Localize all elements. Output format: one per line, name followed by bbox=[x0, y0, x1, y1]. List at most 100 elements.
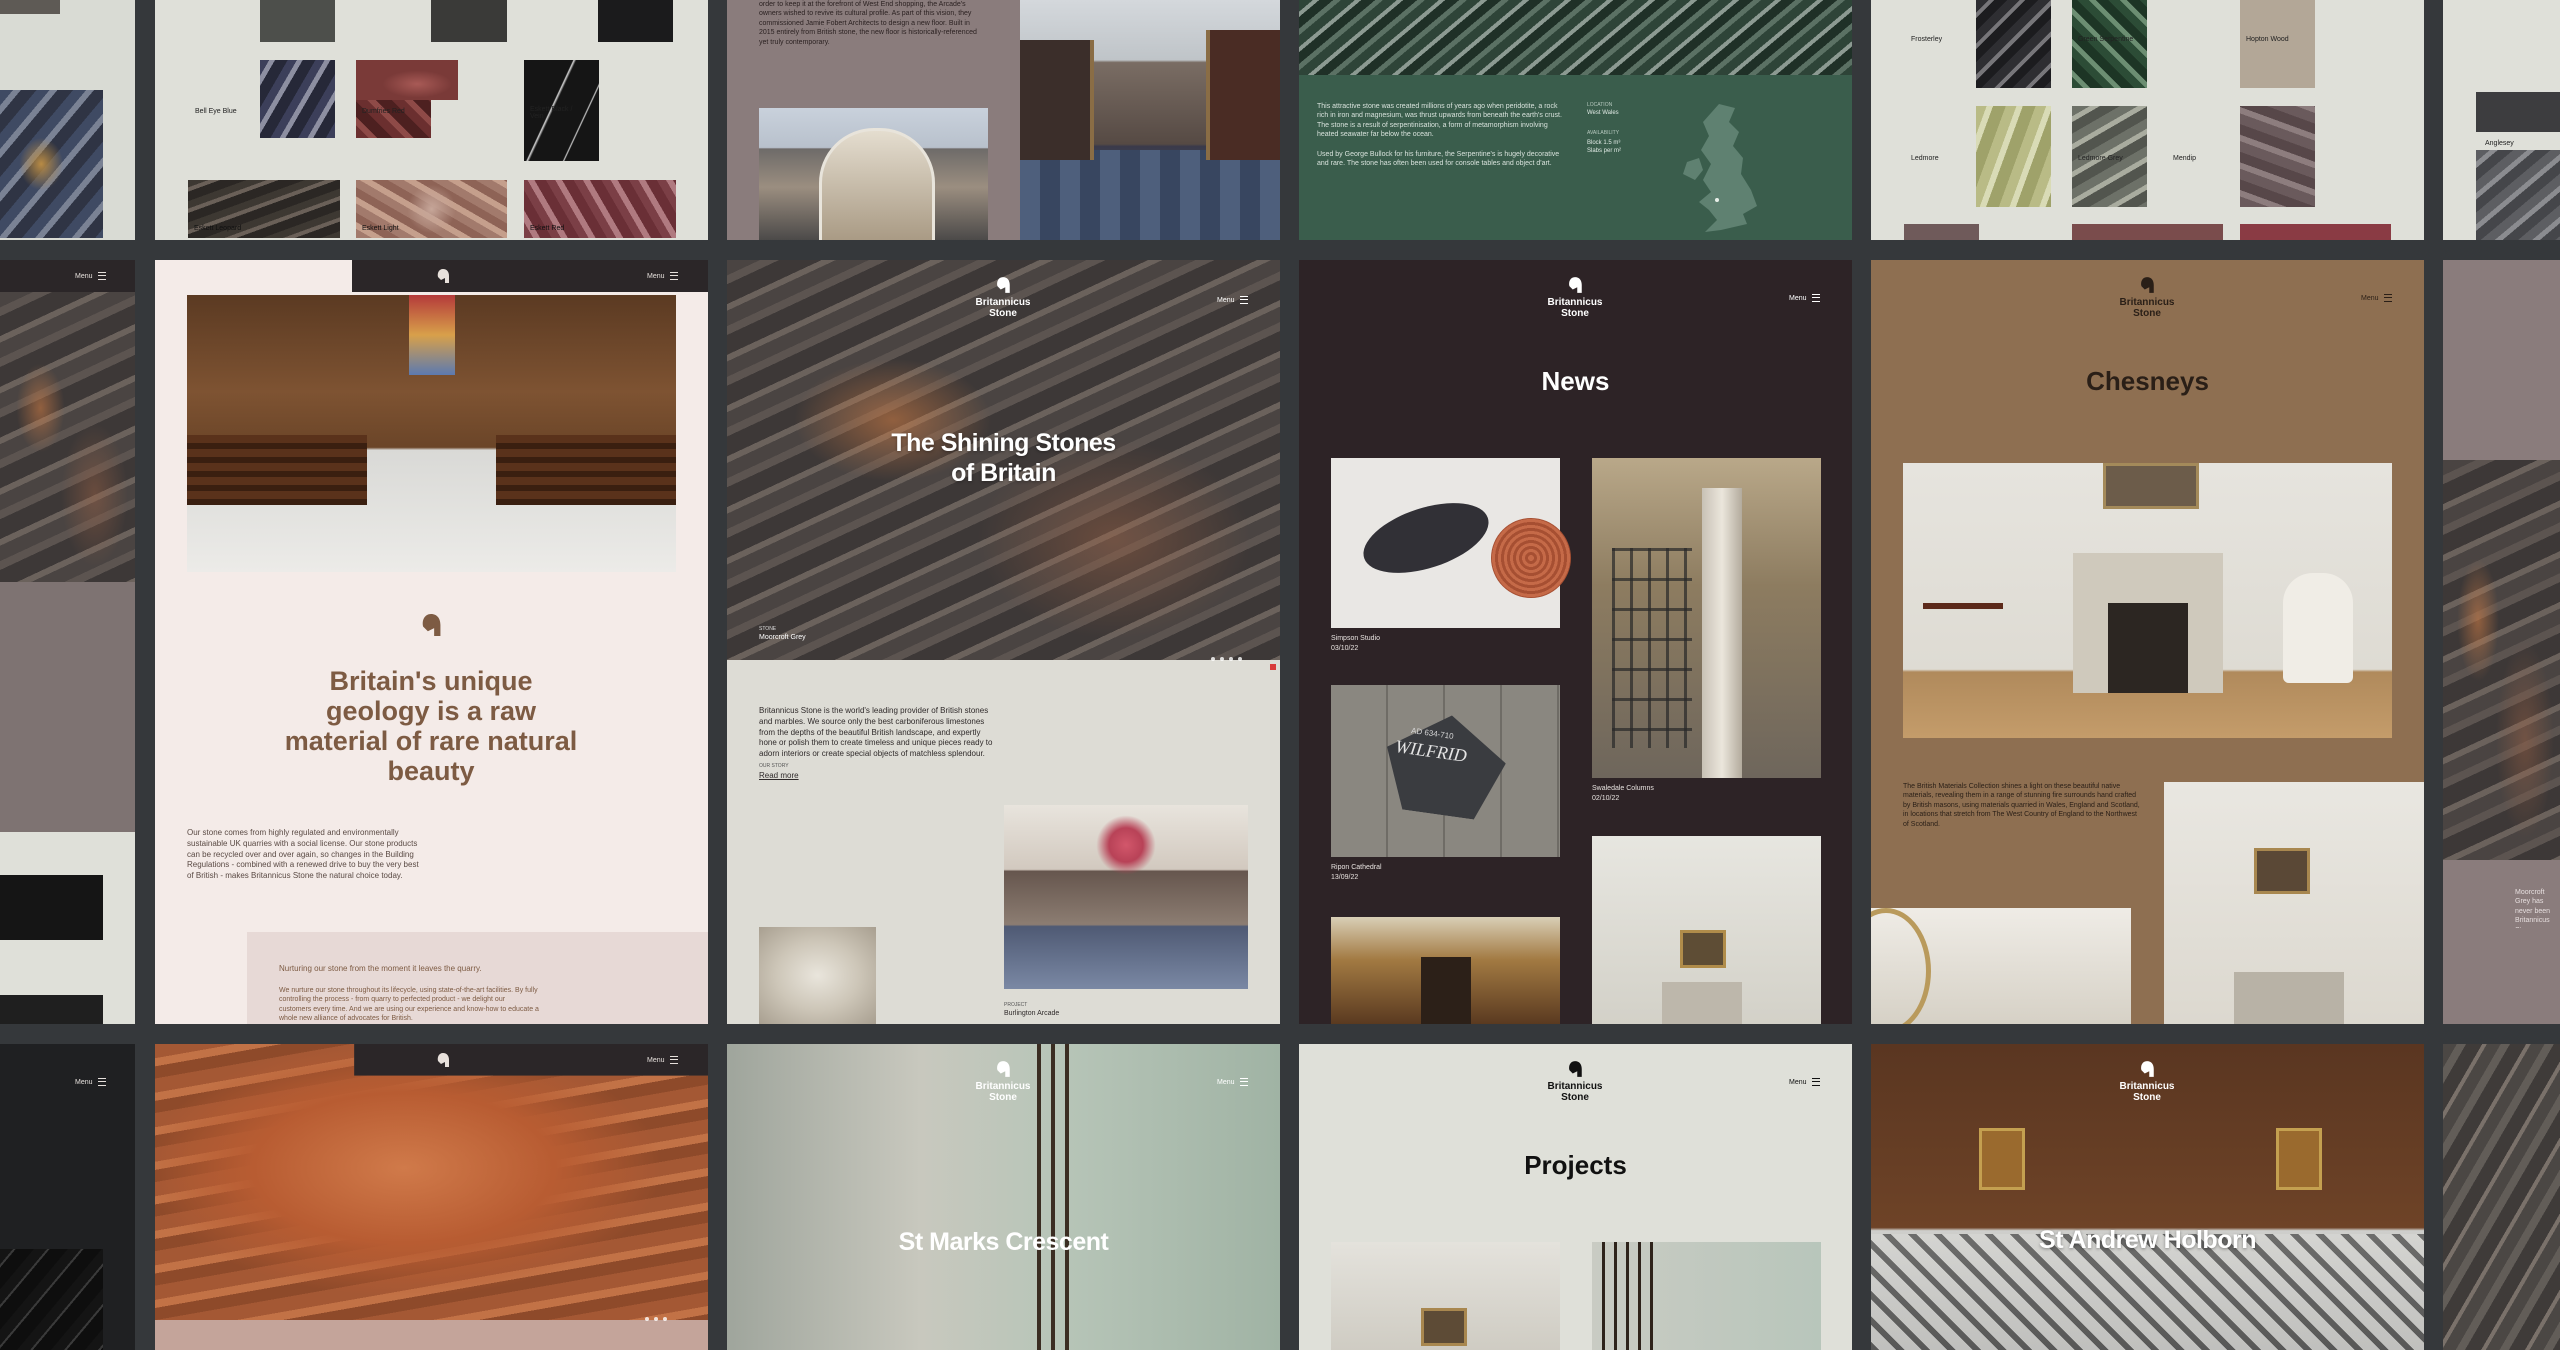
news-card-image[interactable] bbox=[1592, 836, 1821, 1024]
fireplace-surround bbox=[2234, 972, 2344, 1024]
brand-name-line2: Stone bbox=[2133, 1091, 2161, 1103]
stone-swatch[interactable] bbox=[2072, 0, 2147, 88]
stone-column bbox=[1702, 488, 1742, 778]
stone-label[interactable]: Frosterley bbox=[1911, 36, 1942, 43]
news-card-image[interactable]: AD 634-710 WILFRID bbox=[1331, 685, 1560, 857]
stone-swatch[interactable] bbox=[0, 875, 103, 940]
hallway-door bbox=[1421, 957, 1471, 1024]
stone-swatch[interactable] bbox=[1976, 106, 2051, 207]
project-card-image[interactable] bbox=[1331, 1242, 1560, 1350]
fireplace-photo[interactable] bbox=[2164, 782, 2424, 1024]
arcade-photo[interactable] bbox=[1004, 805, 1248, 989]
carousel-dots[interactable] bbox=[1211, 648, 1247, 666]
brand-name-line2: Stone bbox=[989, 1091, 1017, 1103]
stone-swatch[interactable] bbox=[0, 0, 60, 14]
menu-button[interactable]: Menu bbox=[1789, 294, 1820, 302]
stone-label[interactable]: Eskett Black / Vein bbox=[530, 106, 580, 120]
stone-photo[interactable] bbox=[2443, 460, 2560, 860]
stone-label[interactable]: Dumfries Red bbox=[362, 108, 405, 115]
carousel-dot[interactable] bbox=[1211, 657, 1215, 661]
stone-label[interactable]: Hopton Wood bbox=[2246, 36, 2289, 43]
stone-swatch[interactable] bbox=[1904, 224, 1979, 240]
news-card-image[interactable] bbox=[1331, 458, 1571, 628]
stone-swatch[interactable] bbox=[431, 0, 507, 42]
carousel-dot[interactable] bbox=[654, 1317, 658, 1321]
fireplace-room-photo[interactable] bbox=[1903, 463, 2392, 738]
brand-logo[interactable]: Britannicus Stone bbox=[1525, 1060, 1625, 1103]
helmet-logo-icon[interactable] bbox=[436, 268, 450, 284]
project-card-image[interactable] bbox=[1592, 1242, 1821, 1350]
menu-button[interactable]: Menu bbox=[647, 1056, 678, 1064]
menu-button[interactable]: Menu bbox=[647, 272, 678, 280]
stone-photo[interactable] bbox=[0, 1249, 103, 1350]
menu-button[interactable]: Menu bbox=[1217, 1078, 1248, 1086]
carousel-dot[interactable] bbox=[1229, 657, 1233, 661]
news-title[interactable]: Ripon Cathedral bbox=[1331, 863, 1382, 872]
brand-name-line1: Britannicus bbox=[1547, 1081, 1603, 1092]
brand-logo[interactable]: Britannicus Stone bbox=[1525, 276, 1625, 319]
helmet-logo-icon[interactable] bbox=[436, 1052, 450, 1068]
carousel-dot[interactable] bbox=[645, 1317, 649, 1321]
project-name[interactable]: Burlington Arcade bbox=[1004, 1010, 1059, 1017]
page-title: Projects bbox=[1524, 1150, 1627, 1180]
church-interior-photo[interactable] bbox=[187, 295, 676, 572]
stone-swatch[interactable] bbox=[2240, 224, 2391, 240]
stone-swatch[interactable] bbox=[1976, 0, 2051, 88]
stone-photo[interactable] bbox=[2443, 1044, 2560, 1350]
nurture-title: Nurturing our stone from the moment it l… bbox=[279, 964, 482, 973]
mirror-photo[interactable] bbox=[1871, 908, 2131, 1024]
menu-button[interactable]: Menu bbox=[1789, 1078, 1820, 1086]
carousel-dot[interactable] bbox=[1220, 657, 1224, 661]
menu-button[interactable]: Menu bbox=[1217, 296, 1248, 304]
arcade-photo[interactable] bbox=[759, 108, 988, 240]
carousel-dot[interactable] bbox=[1238, 657, 1242, 661]
news-card-image[interactable] bbox=[1592, 458, 1821, 778]
stone-swatch[interactable] bbox=[260, 60, 335, 138]
menu-button[interactable]: Menu bbox=[2361, 294, 2392, 302]
brand-name-line2: Stone bbox=[989, 307, 1017, 319]
serpentine-photo[interactable] bbox=[1299, 0, 1852, 75]
article-paragraph: order to keep it at the forefront of Wes… bbox=[759, 1, 977, 46]
cushion-photo[interactable] bbox=[759, 927, 876, 1024]
brand-logo[interactable]: Britannicus Stone bbox=[953, 276, 1053, 319]
stone-label[interactable]: Ledmore bbox=[1911, 155, 1939, 162]
read-more-link[interactable]: Read more bbox=[759, 771, 799, 780]
menu-label: Menu bbox=[75, 1078, 93, 1086]
stone-photo[interactable] bbox=[0, 292, 135, 582]
stone-swatch[interactable] bbox=[2240, 0, 2315, 88]
stone-swatch[interactable] bbox=[2476, 150, 2560, 240]
stone-swatch[interactable] bbox=[260, 0, 335, 42]
stone-swatch[interactable] bbox=[0, 90, 103, 238]
arcade-article-page: order to keep it at the forefront of Wes… bbox=[727, 0, 1280, 240]
news-card-image[interactable] bbox=[1331, 917, 1560, 1024]
news-title[interactable]: Swaledale Columns bbox=[1592, 784, 1654, 793]
stone-swatch[interactable] bbox=[2072, 224, 2223, 240]
side-table bbox=[1923, 603, 2003, 659]
stone-swatch[interactable] bbox=[2240, 106, 2315, 207]
stone-swatch[interactable] bbox=[0, 995, 103, 1024]
stone-label[interactable]: Anglesey bbox=[2485, 140, 2514, 147]
brand-logo[interactable]: Britannicus Stone bbox=[2097, 276, 2197, 319]
stone-label[interactable]: Eskett Red bbox=[530, 225, 564, 232]
menu-button[interactable]: Menu bbox=[75, 272, 106, 280]
stone-caption-name[interactable]: Moorcroft Grey bbox=[759, 634, 806, 641]
brand-logo[interactable]: Britannicus Stone bbox=[953, 1060, 1053, 1103]
stone-label[interactable]: Mendip bbox=[2173, 155, 2196, 162]
stone-label[interactable]: Bell Eye Blue bbox=[195, 108, 237, 115]
arcade-corridor-photo[interactable] bbox=[1020, 0, 1280, 240]
carousel-dot[interactable] bbox=[663, 1317, 667, 1321]
stone-swatch[interactable] bbox=[598, 0, 673, 42]
hero-title-line1: The Shining Stones bbox=[891, 429, 1116, 457]
stone-label[interactable]: Ledmore Grey bbox=[2078, 155, 2123, 162]
menu-button[interactable]: Menu bbox=[75, 1078, 106, 1086]
stone-label[interactable]: Green Serpentine bbox=[2078, 36, 2133, 43]
stone-swatch[interactable] bbox=[2476, 92, 2560, 132]
stone-label[interactable]: Eskett Leopard bbox=[194, 225, 241, 232]
shop-fronts-left bbox=[1020, 40, 1094, 160]
stone-label[interactable]: Eskett Light bbox=[362, 225, 399, 232]
quarry-rock-photo[interactable] bbox=[155, 1044, 708, 1320]
stone-swatch[interactable] bbox=[356, 60, 458, 100]
brand-logo[interactable]: Britannicus Stone bbox=[2097, 1060, 2197, 1103]
news-title[interactable]: Simpson Studio bbox=[1331, 634, 1380, 643]
carousel-dots[interactable] bbox=[645, 1308, 672, 1326]
